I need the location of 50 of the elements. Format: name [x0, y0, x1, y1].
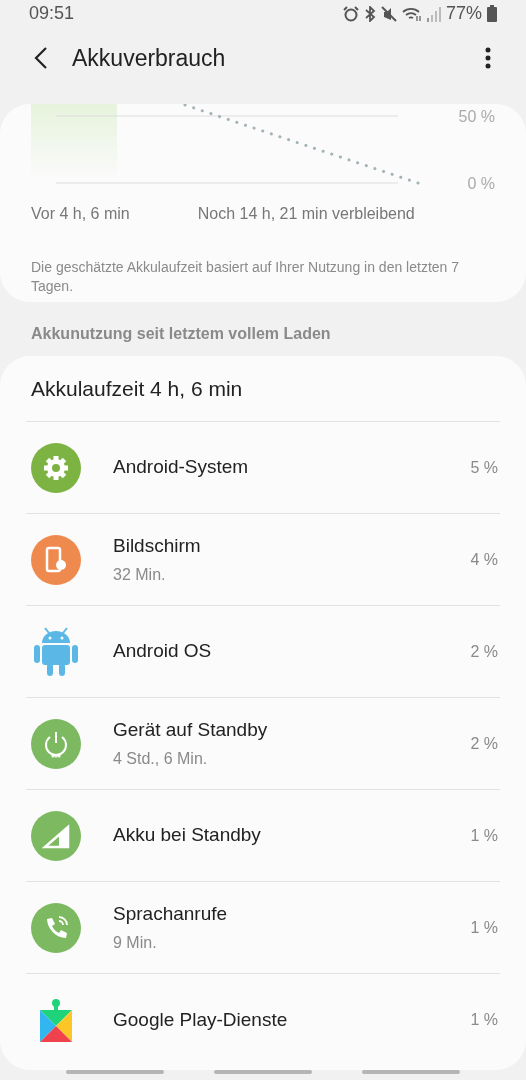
battery-icon [487, 5, 497, 23]
page-title: Akkuverbrauch [72, 43, 226, 73]
back-icon [34, 46, 48, 69]
start-time-label: Vor 4 h, 6 min [31, 204, 130, 224]
estimate-note: Die geschätzte Akkulaufzeit basiert auf Ihrer Nutzung in den letzten 7 Tagen. [30, 258, 461, 296]
app-name: Sprachanrufe [113, 902, 228, 927]
usage-percent: 1 % [470, 825, 498, 846]
usage-percent: 2 % [470, 641, 498, 662]
app-name: Android-System [113, 455, 249, 480]
app-name: Android OS [113, 639, 212, 664]
power-icon [31, 718, 81, 769]
signal-bars-icon [426, 5, 441, 22]
usage-list-item[interactable]: Sprachanrufe 9 Min. 1 % [26, 882, 500, 974]
usage-percent: 1 % [470, 917, 498, 938]
usage-percent: 2 % [470, 733, 498, 754]
signal-icon [31, 810, 81, 861]
y-axis-label: 0 % [467, 175, 495, 192]
usage-duration: 4 Std., 6 Min. [113, 748, 209, 769]
usage-list-item[interactable]: Android OS 2 % [26, 606, 500, 698]
app-name: Gerät auf Standby [113, 718, 268, 743]
mute-icon [380, 5, 397, 22]
navigation-handle[interactable] [214, 1070, 312, 1074]
y-axis-label: 50 % [458, 108, 495, 125]
usage-list-item[interactable]: Akku bei Standby 1 % [26, 790, 500, 882]
usage-list-item[interactable]: Google Play-Dienste 1 % [26, 974, 500, 1066]
phone-brightness-icon [31, 534, 81, 585]
usage-list-item[interactable]: Gerät auf Standby 4 Std., 6 Min. 2 % [26, 698, 500, 790]
remaining-time-label: Noch 14 h, 21 min verbleibend [197, 204, 415, 224]
more-options-icon [485, 46, 491, 69]
phone-call-icon [31, 902, 81, 953]
app-name: Bildschirm [113, 534, 201, 559]
usage-percent: 5 % [470, 457, 498, 478]
usage-percent: 4 % [470, 549, 498, 570]
app-name: Akku bei Standby [113, 823, 261, 848]
section-title: Akkunutzung seit letztem vollem Laden [30, 324, 332, 344]
bluetooth-icon [363, 5, 376, 22]
usage-list-item[interactable]: Bildschirm 32 Min. 4 % [26, 514, 500, 606]
alarm-icon [342, 5, 359, 22]
usage-list-item[interactable]: Android-System 5 % [26, 422, 500, 514]
gear-icon [31, 442, 81, 493]
usage-duration: 32 Min. [113, 564, 167, 585]
app-name: Google Play-Dienste [113, 1007, 288, 1032]
navigation-handle[interactable] [362, 1070, 460, 1074]
usage-duration: 9 Min. [113, 932, 158, 953]
battery-life-title: Akkulaufzeit 4 h, 6 min [26, 356, 500, 422]
battery-percent: 77% [445, 2, 482, 26]
usage-percent: 1 % [470, 1010, 498, 1030]
status-time: 09:51 [29, 2, 75, 26]
wifi-icon [401, 5, 422, 22]
navigation-handle[interactable] [66, 1070, 164, 1074]
